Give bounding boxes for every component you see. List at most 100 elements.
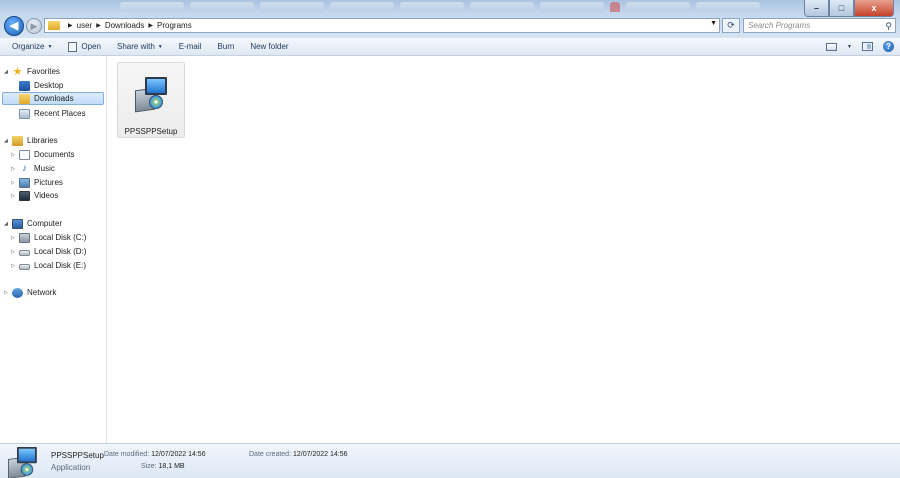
nav-label: Libraries: [27, 136, 58, 145]
nav-item-computer[interactable]: ◢ Computer: [4, 217, 62, 230]
nav-item-local-disk-c[interactable]: ▷ Local Disk (C:): [11, 231, 86, 244]
close-button[interactable]: x: [854, 0, 894, 17]
file-list-view[interactable]: PPSSPPSetup: [108, 57, 900, 443]
nav-label: Local Disk (E:): [34, 261, 87, 270]
nav-item-local-disk-d[interactable]: ▷ Local Disk (D:): [11, 245, 86, 258]
nav-label: Videos: [34, 191, 59, 200]
expand-triangle-icon[interactable]: ▷: [11, 166, 19, 172]
nav-label: Computer: [27, 219, 63, 228]
organize-button[interactable]: Organize ▼: [4, 42, 60, 51]
nav-item-network[interactable]: ▷ Network: [4, 286, 56, 299]
file-name: PPSSPPSetup: [124, 127, 178, 136]
music-icon: ♪: [22, 162, 27, 174]
installer-icon: [135, 77, 169, 113]
system-disk-icon: [19, 232, 30, 243]
chevron-right-icon[interactable]: ▶: [96, 22, 101, 29]
chevron-down-icon[interactable]: ▼: [847, 44, 852, 50]
chevron-down-icon: ▼: [47, 43, 53, 50]
details-file-type: Application: [51, 463, 91, 472]
collapse-triangle-icon[interactable]: ◢: [4, 69, 12, 75]
nav-label: Network: [27, 288, 57, 297]
nav-label: Recent Places: [34, 109, 86, 118]
expand-triangle-icon[interactable]: ▷: [11, 152, 19, 158]
nav-item-videos[interactable]: ▷ Videos: [11, 189, 58, 202]
hard-disk-icon: [19, 264, 30, 270]
nav-item-recent-places[interactable]: Recent Places: [19, 107, 86, 120]
expand-triangle-icon[interactable]: ▷: [11, 193, 19, 199]
collapse-triangle-icon[interactable]: ◢: [4, 138, 12, 144]
expand-triangle-icon[interactable]: ▷: [11, 263, 19, 269]
nav-label: Favorites: [27, 67, 60, 76]
title-bar: – □ x ◀ ▶ ▼ ▶ user ▶ Downloads ▶ Program…: [0, 0, 900, 38]
new-folder-button[interactable]: New folder: [242, 42, 296, 51]
nav-item-documents[interactable]: ▷ Documents: [11, 148, 74, 161]
minimize-button[interactable]: –: [804, 0, 829, 17]
folder-icon: [48, 21, 60, 30]
search-input[interactable]: Search Programs ⚲: [743, 18, 896, 33]
open-icon: [68, 41, 78, 52]
expand-triangle-icon[interactable]: ▷: [11, 249, 19, 255]
address-bar[interactable]: ▶ user ▶ Downloads ▶ Programs ▼: [44, 18, 720, 33]
share-with-label: Share with: [117, 42, 155, 51]
command-bar: Organize ▼ Open Share with ▼ E-mail Burn…: [0, 38, 900, 56]
nav-label: Desktop: [34, 81, 64, 90]
details-date-created: Date created: 12/07/2022 14:56: [249, 451, 347, 458]
downloads-folder-icon: [19, 93, 30, 104]
details-pane: PPSSPPSetup Application Date modified: 1…: [0, 443, 900, 478]
maximize-button[interactable]: □: [829, 0, 854, 17]
collapse-triangle-icon[interactable]: ◢: [4, 221, 12, 227]
size-label: Size:: [141, 463, 157, 470]
burn-button[interactable]: Burn: [209, 42, 242, 51]
share-with-button[interactable]: Share with ▼: [109, 42, 171, 51]
back-button[interactable]: ◀: [4, 16, 24, 36]
chevron-right-icon[interactable]: ▶: [68, 22, 73, 29]
nav-label: Documents: [34, 150, 75, 159]
details-file-name: PPSSPPSetup: [51, 451, 104, 460]
chevron-right-icon[interactable]: ▶: [148, 22, 153, 29]
email-button[interactable]: E-mail: [171, 42, 210, 51]
documents-icon: [19, 149, 30, 160]
nav-item-favorites[interactable]: ◢ ★ Favorites: [4, 65, 60, 78]
preview-pane-icon[interactable]: [862, 42, 873, 51]
expand-triangle-icon[interactable]: ▷: [11, 235, 19, 241]
window-controls: – □ x: [804, 0, 894, 17]
date-created-value: 12/07/2022 14:56: [292, 451, 348, 458]
nav-item-downloads[interactable]: Downloads: [2, 92, 104, 105]
search-icon[interactable]: ⚲: [885, 20, 892, 33]
nav-label: Local Disk (D:): [34, 247, 87, 256]
refresh-button[interactable]: ⟳: [722, 18, 740, 33]
navigation-pane: ◢ ★ Favorites Desktop Downloads Recent P…: [0, 57, 107, 443]
expand-triangle-icon[interactable]: ▷: [4, 290, 12, 296]
address-dropdown-icon[interactable]: ▼: [710, 20, 717, 27]
change-view-icon[interactable]: [826, 42, 838, 51]
nav-label: Music: [34, 164, 55, 173]
nav-item-libraries[interactable]: ◢ Libraries: [4, 134, 58, 147]
open-button[interactable]: Open: [60, 41, 109, 52]
desktop-icon: [19, 80, 30, 91]
nav-item-desktop[interactable]: Desktop: [19, 79, 63, 92]
nav-item-local-disk-e[interactable]: ▷ Local Disk (E:): [11, 259, 86, 272]
nav-item-music[interactable]: ▷ ♪ Music: [11, 162, 55, 175]
browser-tabs-background: [120, 2, 760, 14]
chevron-down-icon: ▼: [157, 43, 163, 50]
breadcrumb-user[interactable]: user: [77, 21, 93, 30]
nav-label: Pictures: [34, 178, 63, 187]
forward-button[interactable]: ▶: [26, 18, 42, 34]
file-item[interactable]: PPSSPPSetup: [117, 62, 185, 138]
breadcrumb-downloads[interactable]: Downloads: [105, 21, 145, 30]
date-modified-value: 12/07/2022 14:56: [151, 451, 206, 458]
recent-places-icon: [19, 108, 30, 119]
size-value: 18,1 MB: [158, 463, 185, 470]
expand-triangle-icon[interactable]: ▷: [11, 180, 19, 186]
breadcrumb-programs[interactable]: Programs: [157, 21, 192, 30]
star-icon: ★: [12, 65, 23, 78]
libraries-icon: [12, 135, 23, 146]
nav-item-pictures[interactable]: ▷ Pictures: [11, 176, 63, 189]
network-icon: [12, 287, 23, 298]
organize-label: Organize: [12, 42, 45, 51]
pictures-icon: [19, 177, 30, 188]
help-icon[interactable]: ?: [883, 41, 894, 52]
burn-label: Burn: [217, 42, 235, 51]
search-placeholder: Search Programs: [748, 21, 811, 30]
date-created-label: Date created:: [249, 451, 292, 458]
